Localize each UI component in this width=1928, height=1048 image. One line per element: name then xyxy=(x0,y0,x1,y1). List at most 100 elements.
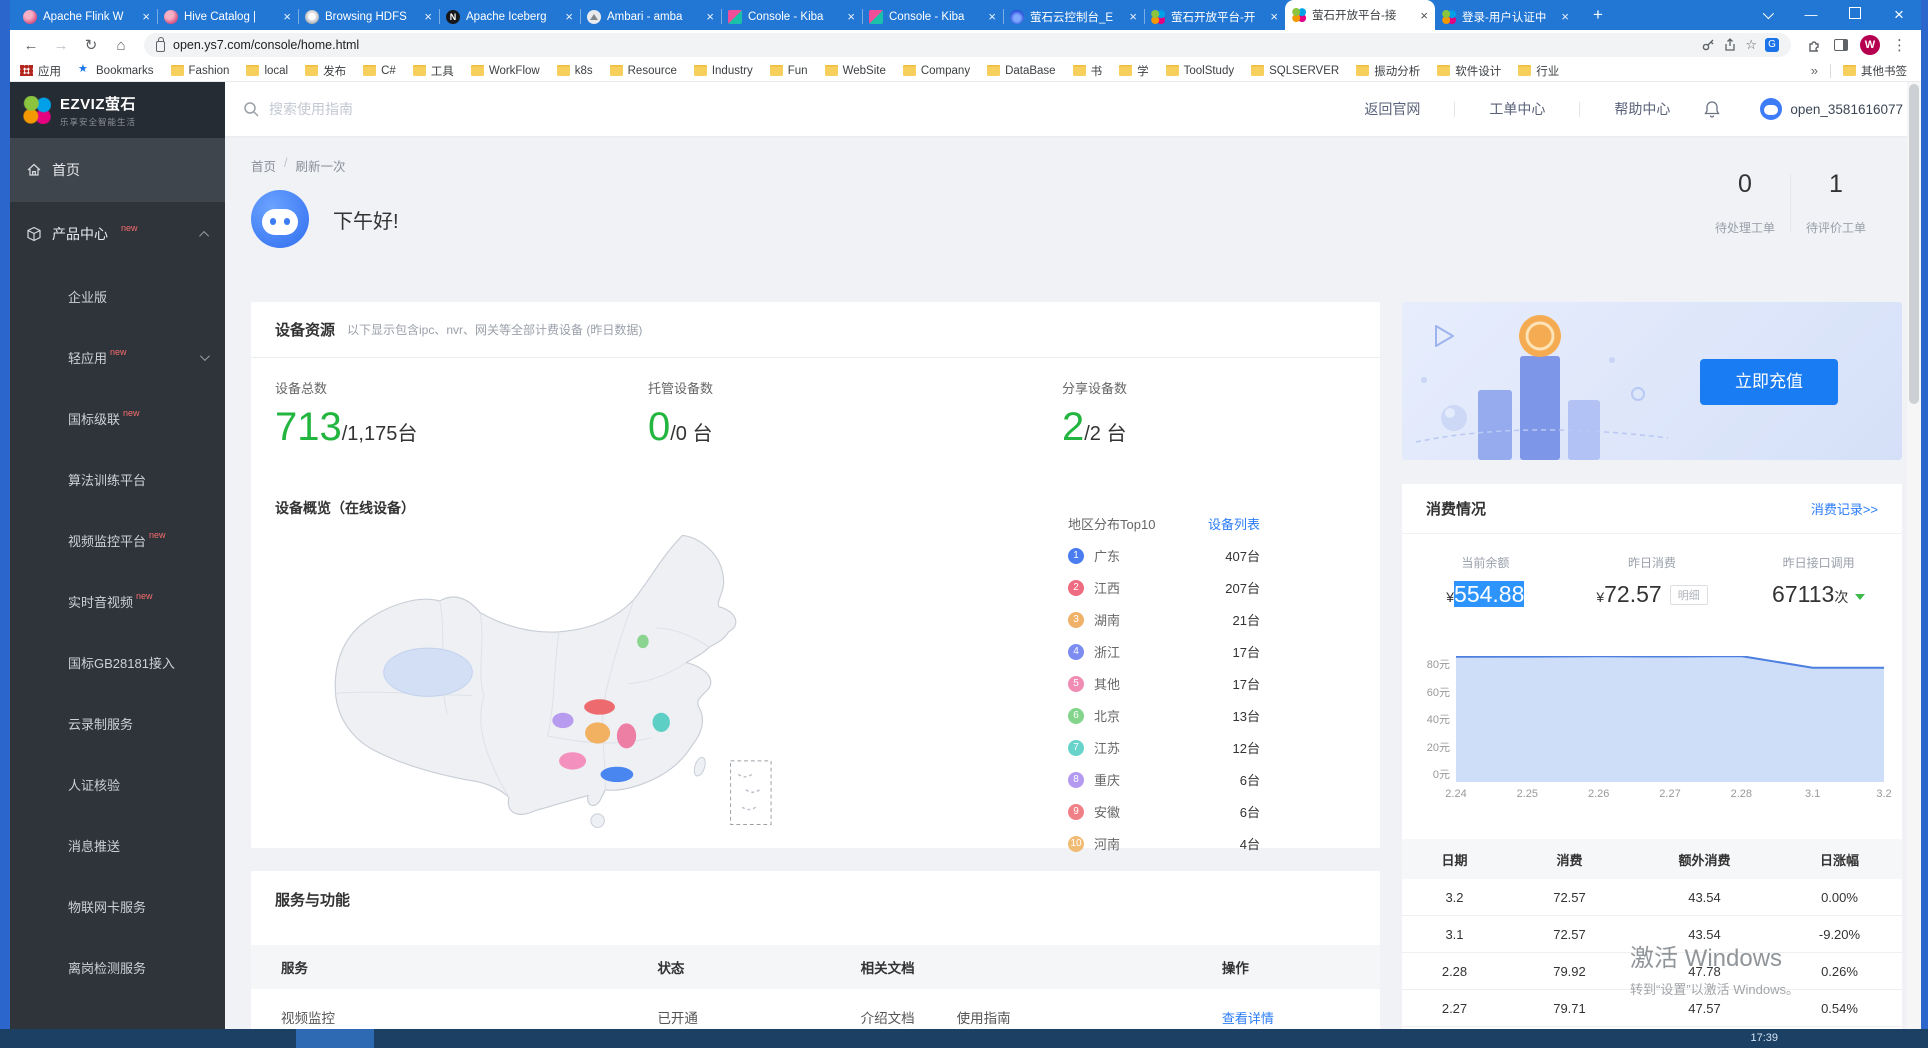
side-panel-icon[interactable] xyxy=(1834,39,1848,51)
province-region-jiangxi[interactable] xyxy=(617,723,636,748)
bookmark-item-20[interactable]: 软件设计 xyxy=(1437,63,1501,79)
sidebar-subitem-10[interactable]: 物联网卡服务 xyxy=(10,876,225,937)
browser-tab-5[interactable]: Console - Kiba× xyxy=(721,3,862,30)
bookmark-item-13[interactable]: Company xyxy=(903,65,970,77)
browser-tab-8[interactable]: 萤石开放平台-开× xyxy=(1144,3,1285,30)
chevron-up-icon[interactable] xyxy=(199,230,209,240)
bell-icon[interactable] xyxy=(1704,100,1720,118)
browser-tab-9[interactable]: 萤石开放平台-接× xyxy=(1285,0,1435,30)
menu-dots-icon[interactable]: ⋮ xyxy=(1892,36,1907,54)
key-icon[interactable] xyxy=(1701,38,1715,52)
scrollbar-thumb[interactable] xyxy=(1909,84,1919,404)
search-input[interactable] xyxy=(269,101,589,117)
tab-close-icon[interactable]: × xyxy=(424,10,432,23)
province-region-beijing[interactable] xyxy=(637,635,649,648)
tab-close-icon[interactable]: × xyxy=(565,10,573,23)
address-bar[interactable]: open.ys7.com/console/home.html ☆ G xyxy=(144,33,1791,57)
sidebar-item-home[interactable]: 首页 xyxy=(10,138,225,202)
browser-tab-6[interactable]: Console - Kiba× xyxy=(862,3,1003,30)
link-ticket-center[interactable]: 工单中心 xyxy=(1455,99,1579,119)
bookmark-star-icon[interactable]: ☆ xyxy=(1745,37,1757,53)
browser-tab-10[interactable]: 登录-用户认证中× xyxy=(1435,3,1576,30)
link-help-center[interactable]: 帮助中心 xyxy=(1580,99,1704,119)
province-region-qinghai[interactable] xyxy=(384,648,473,696)
sidebar-subitem-4[interactable]: 视频监控平台new xyxy=(10,510,225,571)
bookmark-item-10[interactable]: Industry xyxy=(694,65,753,77)
tab-close-icon[interactable]: × xyxy=(1129,10,1137,23)
browser-tab-4[interactable]: Ambari - amba× xyxy=(580,3,721,30)
forward-icon[interactable]: → xyxy=(48,37,74,54)
chevron-down-icon[interactable] xyxy=(200,351,210,361)
sidebar-subitem-8[interactable]: 人证核验 xyxy=(10,754,225,815)
breadcrumb-home[interactable]: 首页 xyxy=(251,156,276,175)
sidebar-subitem-2[interactable]: 国标级联new xyxy=(10,388,225,449)
tab-close-icon[interactable]: × xyxy=(1270,10,1278,23)
sidebar-item-product-center[interactable]: 产品中心 new xyxy=(10,202,225,266)
sidebar-subitem-11[interactable]: 离岗检测服务 xyxy=(10,937,225,998)
taskbar-app[interactable] xyxy=(296,1029,374,1048)
bookmark-item-5[interactable]: C# xyxy=(363,65,396,77)
url-text[interactable]: open.ys7.com/console/home.html xyxy=(173,38,1693,52)
close-icon[interactable]: × xyxy=(1877,0,1921,30)
tab-close-icon[interactable]: × xyxy=(988,10,996,23)
province-region-guangxi[interactable] xyxy=(559,752,586,769)
share-icon[interactable] xyxy=(1723,38,1737,52)
tab-close-icon[interactable]: × xyxy=(142,10,150,23)
link-official-site[interactable]: 返回官网 xyxy=(1330,99,1454,119)
profile-avatar[interactable]: W xyxy=(1860,35,1880,55)
bookmark-item-12[interactable]: WebSite xyxy=(825,65,886,77)
browser-tab-2[interactable]: Browsing HDFS× xyxy=(298,3,439,30)
bookmark-item-6[interactable]: 工具 xyxy=(413,63,454,79)
back-icon[interactable]: ← xyxy=(18,37,44,54)
tab-search-icon[interactable] xyxy=(1745,0,1789,30)
chart-plot[interactable] xyxy=(1456,656,1884,782)
browser-tab-0[interactable]: Apache Flink W× xyxy=(16,3,157,30)
ezviz-logo[interactable]: EZVIZ萤石 乐享安全智能生活 xyxy=(10,82,225,138)
bookmark-item-4[interactable]: 发布 xyxy=(305,63,346,79)
page-scrollbar[interactable] xyxy=(1907,82,1921,1029)
sidebar-subitem-0[interactable]: 企业版 xyxy=(10,266,225,327)
translate-icon[interactable]: G xyxy=(1765,38,1779,52)
bookmark-item-18[interactable]: SQLSERVER xyxy=(1251,65,1339,77)
view-details-link[interactable]: 查看详情 xyxy=(1222,1008,1380,1027)
sidebar-subitem-9[interactable]: 消息推送 xyxy=(10,815,225,876)
bookmark-item-21[interactable]: 行业 xyxy=(1518,63,1559,79)
bookmark-item-1[interactable]: Bookmarks xyxy=(78,65,154,77)
bookmark-item-17[interactable]: ToolStudy xyxy=(1166,65,1235,77)
home-icon[interactable]: ⌂ xyxy=(108,37,134,54)
pending-tickets[interactable]: 0 待处理工单 xyxy=(1700,170,1790,236)
sidebar-subitem-7[interactable]: 云录制服务 xyxy=(10,693,225,754)
province-region-zhejiang[interactable] xyxy=(653,713,670,732)
province-region-chongqing[interactable] xyxy=(552,713,573,728)
minimize-icon[interactable]: — xyxy=(1789,0,1833,30)
bookmark-item-14[interactable]: DataBase xyxy=(987,65,1056,77)
bookmark-item-9[interactable]: Resource xyxy=(610,65,677,77)
dropdown-triangle-icon[interactable] xyxy=(1855,594,1865,600)
bookmark-item-2[interactable]: Fashion xyxy=(171,65,230,77)
bookmark-item-19[interactable]: 振动分析 xyxy=(1356,63,1420,79)
tab-close-icon[interactable]: × xyxy=(283,10,291,23)
recharge-button[interactable]: 立即充值 xyxy=(1700,359,1838,405)
tab-close-icon[interactable]: × xyxy=(847,10,855,23)
tab-close-icon[interactable]: × xyxy=(1561,10,1569,23)
sidebar-subitem-5[interactable]: 实时音视频new xyxy=(10,571,225,632)
breadcrumb-current[interactable]: 刷新一次 xyxy=(296,156,346,175)
other-bookmarks[interactable]: 其他书签 xyxy=(1843,63,1907,79)
bookmark-item-16[interactable]: 学 xyxy=(1119,63,1149,79)
tab-close-icon[interactable]: × xyxy=(706,10,714,23)
bookmark-item-8[interactable]: k8s xyxy=(557,65,593,77)
province-region-hubei[interactable] xyxy=(584,699,615,714)
browser-tab-1[interactable]: Hive Catalog |× xyxy=(157,3,298,30)
bookmarks-overflow-icon[interactable]: » xyxy=(1811,63,1818,78)
province-region-hunan[interactable] xyxy=(585,722,610,743)
maximize-icon[interactable] xyxy=(1833,0,1877,30)
bookmark-item-3[interactable]: local xyxy=(246,65,288,77)
extensions-icon[interactable] xyxy=(1807,38,1822,53)
tab-close-icon[interactable]: × xyxy=(1420,9,1428,22)
sidebar-subitem-1[interactable]: 轻应用new xyxy=(10,327,225,388)
browser-tab-7[interactable]: 萤石云控制台_E× xyxy=(1003,3,1144,30)
bookmark-item-15[interactable]: 书 xyxy=(1073,63,1103,79)
device-list-link[interactable]: 设备列表 xyxy=(1208,514,1260,533)
doc-link[interactable]: 介绍文档 xyxy=(861,1007,915,1027)
detail-button[interactable]: 明细 xyxy=(1670,585,1708,605)
